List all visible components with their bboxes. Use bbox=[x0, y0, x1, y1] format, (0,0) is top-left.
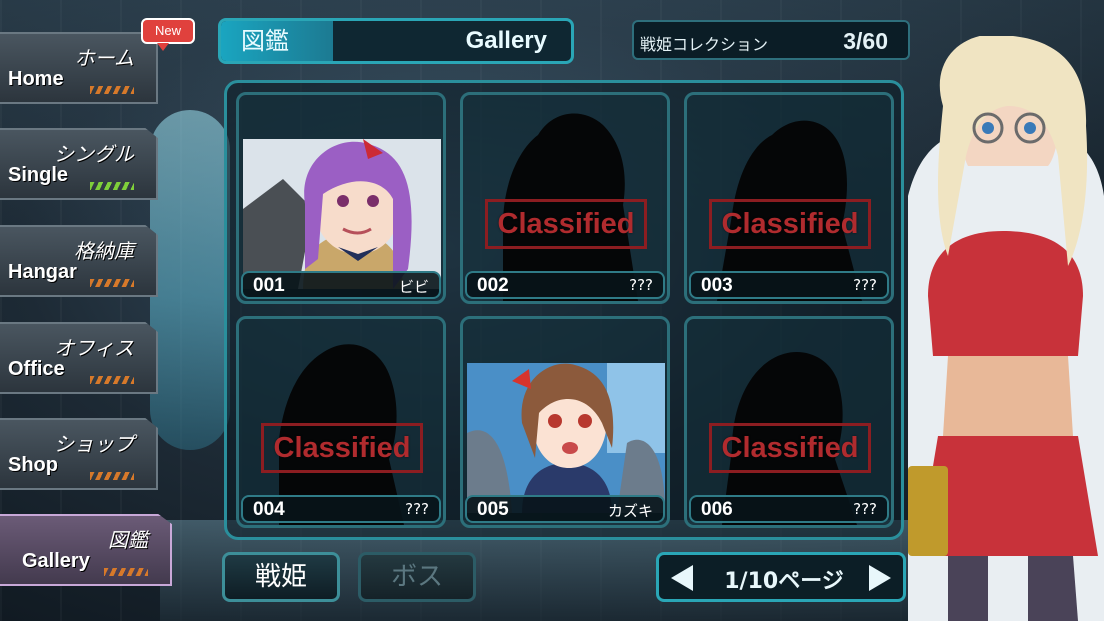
card-name: ??? bbox=[405, 500, 429, 518]
character-portrait-kazuki bbox=[467, 363, 665, 513]
page-title-bar: 図鑑 Gallery bbox=[218, 18, 574, 64]
sidebar-item-label: Single bbox=[8, 164, 69, 186]
tab-senki[interactable]: 戦姫 bbox=[222, 552, 340, 602]
gallery-card-001[interactable]: 001 ビビ bbox=[236, 92, 446, 304]
sidebar-item-gallery[interactable]: 図鑑 Gallery bbox=[0, 514, 172, 586]
gallery-card-005[interactable]: 005 カズキ bbox=[460, 316, 670, 528]
sidebar-item-shop[interactable]: ショップ Shop bbox=[0, 418, 158, 490]
gallery-card-004[interactable]: Classified 004 ??? bbox=[236, 316, 446, 528]
status-stripes bbox=[90, 182, 134, 190]
pagination: 1/10ページ bbox=[656, 552, 906, 602]
page-indicator: 1/10ページ bbox=[724, 569, 844, 594]
sidebar-item-label: Home bbox=[8, 68, 64, 90]
card-footer: 004 ??? bbox=[241, 495, 441, 523]
tab-boss[interactable]: ボス bbox=[358, 552, 476, 602]
card-number: 004 bbox=[253, 499, 285, 520]
classified-stamp: Classified bbox=[709, 423, 871, 473]
sidebar-item-label: Hangar bbox=[8, 261, 77, 283]
card-footer: 006 ??? bbox=[689, 495, 889, 523]
status-stripes bbox=[104, 568, 148, 576]
classified-stamp: Classified bbox=[485, 199, 647, 249]
next-page-arrow-icon[interactable] bbox=[869, 565, 891, 591]
sidebar-item-label-jp: 格納庫 bbox=[74, 239, 134, 263]
card-name: ??? bbox=[629, 276, 653, 294]
sidebar-item-label-jp: ショップ bbox=[54, 432, 134, 456]
sidebar-item-home[interactable]: ホーム Home bbox=[0, 32, 158, 104]
sidebar-item-label-jp: 図鑑 bbox=[108, 528, 148, 552]
card-number: 001 bbox=[253, 275, 285, 296]
page-title: Gallery bbox=[465, 27, 547, 54]
sidebar-item-label-jp: オフィス bbox=[54, 336, 134, 360]
page-title-jp: 図鑑 bbox=[221, 21, 333, 61]
background-window bbox=[150, 110, 230, 450]
classified-stamp: Classified bbox=[709, 199, 871, 249]
sidebar-item-office[interactable]: オフィス Office bbox=[0, 322, 158, 394]
gallery-card-003[interactable]: Classified 003 ??? bbox=[684, 92, 894, 304]
status-stripes bbox=[90, 472, 134, 480]
gallery-card-006[interactable]: Classified 006 ??? bbox=[684, 316, 894, 528]
collection-label: 戦姫コレクション bbox=[640, 35, 769, 54]
sidebar-item-label: Gallery bbox=[22, 550, 90, 572]
card-name: ??? bbox=[853, 500, 877, 518]
classified-stamp: Classified bbox=[261, 423, 423, 473]
prev-page-arrow-icon[interactable] bbox=[671, 565, 693, 591]
card-name: カズキ bbox=[607, 502, 653, 520]
sidebar-item-single[interactable]: シングル Single bbox=[0, 128, 158, 200]
collection-counter: 戦姫コレクション 3/60 bbox=[632, 20, 910, 60]
sidebar-item-label-jp: シングル bbox=[54, 142, 134, 166]
card-name: ??? bbox=[853, 276, 877, 294]
new-badge: New bbox=[141, 18, 195, 51]
character-portrait-vivi bbox=[243, 139, 441, 289]
guide-character-illustration bbox=[908, 36, 1104, 621]
sidebar-item-label: Shop bbox=[8, 454, 58, 476]
card-number: 002 bbox=[477, 275, 509, 296]
sidebar-item-label-jp: ホーム bbox=[74, 46, 134, 70]
card-number: 003 bbox=[701, 275, 733, 296]
card-footer: 005 カズキ bbox=[465, 495, 665, 523]
card-name: ビビ bbox=[398, 278, 429, 296]
card-footer: 001 ビビ bbox=[241, 271, 441, 299]
status-stripes bbox=[90, 376, 134, 384]
status-stripes bbox=[90, 86, 134, 94]
card-footer: 002 ??? bbox=[465, 271, 665, 299]
collection-count: 3/60 bbox=[843, 28, 888, 54]
sidebar-item-hangar[interactable]: 格納庫 Hangar bbox=[0, 225, 158, 297]
gallery-card-002[interactable]: Classified 002 ??? bbox=[460, 92, 670, 304]
card-number: 005 bbox=[477, 499, 509, 520]
status-stripes bbox=[90, 279, 134, 287]
card-footer: 003 ??? bbox=[689, 271, 889, 299]
card-number: 006 bbox=[701, 499, 733, 520]
sidebar-item-label: Office bbox=[8, 358, 65, 380]
